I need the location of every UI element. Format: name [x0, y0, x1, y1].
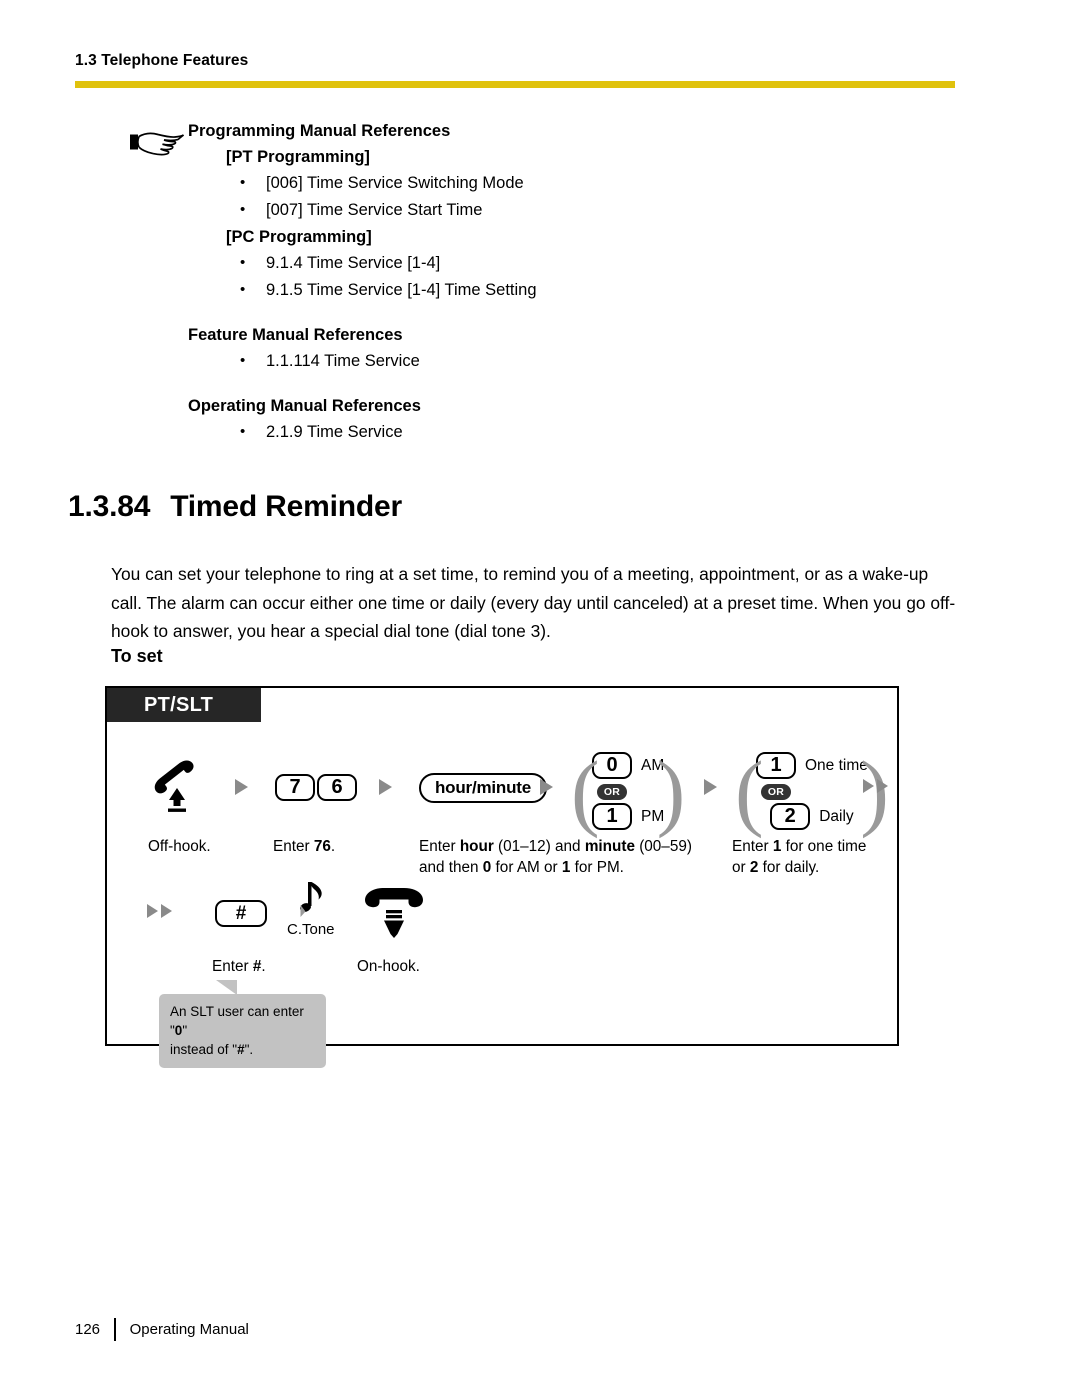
callout-text: An SLT user can enter " — [170, 1004, 304, 1038]
caption-enter-76: Enter 76. — [273, 836, 335, 857]
callout-text: ". — [244, 1042, 254, 1057]
caption-text: Enter — [732, 838, 773, 855]
flow-arrow-icon — [863, 779, 874, 793]
music-note-icon — [299, 882, 322, 917]
operating-manual-references-title: Operating Manual References — [188, 397, 421, 415]
list-item: [007] Time Service Start Time — [228, 196, 928, 224]
footer-divider — [114, 1318, 116, 1341]
caption-off-hook: Off-hook. — [148, 838, 211, 855]
caption-text: (01–12) and — [493, 838, 585, 855]
caption-text: . — [261, 958, 266, 975]
pt-slt-tag: PT/SLT — [107, 688, 261, 722]
pc-programming-heading: [PC Programming] — [226, 228, 372, 246]
caption-on-hook: On-hook. — [357, 958, 420, 975]
callout-tail-icon — [207, 980, 237, 995]
to-set-label: To set — [111, 646, 163, 666]
callout-text: instead of " — [170, 1042, 238, 1057]
option-label-one-time: One time — [805, 756, 868, 774]
page-title: 1.3.84 Timed Reminder — [68, 490, 402, 524]
caption-text: Enter — [419, 838, 460, 855]
list-item: 9.1.4 Time Service [1-4] — [228, 249, 928, 277]
manual-name: Operating Manual — [129, 1321, 249, 1338]
key-2[interactable]: 2 — [770, 803, 811, 830]
pointing-hand-icon — [130, 132, 185, 156]
caption-bold: 76 — [313, 838, 331, 855]
slt-note-callout: An SLT user can enter "0" instead of "#"… — [159, 980, 326, 1068]
pt-slt-procedure-diagram: PT/SLT 7 6 hour/minute (0 AM OR 1 PM) … — [105, 686, 899, 1068]
caption-text: for one time — [781, 838, 867, 855]
flow-arrow-icon — [161, 904, 172, 918]
caption-text: . — [330, 838, 336, 855]
header-rule — [75, 81, 955, 88]
flow-arrow-icon — [704, 779, 717, 795]
caption-text: for daily. — [758, 859, 820, 876]
caption-bold: hour — [459, 838, 494, 855]
running-header: 1.3 Telephone Features — [75, 52, 249, 69]
section-paragraph: You can set your telephone to ring at a … — [111, 564, 956, 641]
onhook-handset-icon — [365, 888, 423, 938]
flow-arrow-icon — [235, 779, 248, 795]
option-pm[interactable]: 1 PM — [592, 802, 664, 831]
ctone-label: C.Tone — [287, 921, 335, 938]
flow-arrow-icon — [540, 779, 553, 795]
caption-text: or — [732, 859, 750, 876]
list-item: 1.1.114 Time Service — [228, 347, 928, 375]
key-hash[interactable]: # — [215, 900, 267, 927]
key-6[interactable]: 6 — [317, 774, 357, 801]
or-badge: OR — [597, 784, 627, 800]
list-item: 9.1.5 Time Service [1-4] Time Setting — [228, 276, 928, 304]
offhook-handset-icon — [154, 760, 194, 812]
caption-enter-hash: Enter #. — [212, 956, 266, 977]
callout-bold: # — [237, 1042, 245, 1057]
procedure-row-1: 7 6 hour/minute ( 0 AM OR 1 PM) (1 One… — [107, 734, 897, 844]
caption-text: for PM. — [570, 859, 624, 876]
caption-text: and then — [419, 859, 483, 876]
programming-manual-references-title: Programming Manual References — [188, 122, 451, 140]
caption-text: Enter — [273, 838, 314, 855]
page-number: 126 — [75, 1321, 101, 1338]
caption-enter-one-time-daily: Enter 1 for one time or 2 for daily. — [732, 836, 866, 878]
key-7[interactable]: 7 — [275, 774, 315, 801]
option-daily[interactable]: 2 Daily — [770, 802, 854, 831]
section-number: 1.3.84 — [68, 490, 151, 523]
page-footer: 126 Operating Manual — [75, 1318, 249, 1341]
list-item: 2.1.9 Time Service — [228, 418, 928, 446]
caption-text: Enter — [212, 958, 253, 975]
references-block: Programming Manual References [PT Progra… — [128, 118, 928, 446]
flow-arrow-icon — [147, 904, 158, 918]
caption-text: for AM or — [491, 859, 562, 876]
document-page: 1.3 Telephone Features Programming Manua… — [0, 0, 1080, 1397]
caption-text: (00–59) — [634, 838, 692, 855]
flow-arrow-icon — [379, 779, 392, 795]
list-item: [006] Time Service Switching Mode — [228, 169, 928, 197]
caption-enter-hour-minute: Enter hour (01–12) and minute (00–59) an… — [419, 836, 692, 878]
option-am[interactable]: 0 AM — [592, 751, 664, 780]
flow-arrow-icon — [877, 779, 888, 793]
caption-bold: minute — [584, 838, 635, 855]
confirmation-tone-indicator: C.Tone — [287, 880, 335, 938]
am-pm-option-group: ( 0 AM OR 1 PM ) — [571, 743, 686, 839]
option-one-time[interactable]: 1 One time — [756, 751, 868, 780]
section-title-text: Timed Reminder — [170, 490, 402, 523]
key-hour-minute[interactable]: hour/minute — [419, 773, 548, 803]
callout-text: " — [182, 1023, 188, 1038]
feature-manual-references-title: Feature Manual References — [188, 326, 403, 344]
or-badge: OR — [761, 784, 791, 800]
option-label-daily: Daily — [819, 807, 854, 825]
pt-programming-heading: [PT Programming] — [226, 148, 370, 166]
